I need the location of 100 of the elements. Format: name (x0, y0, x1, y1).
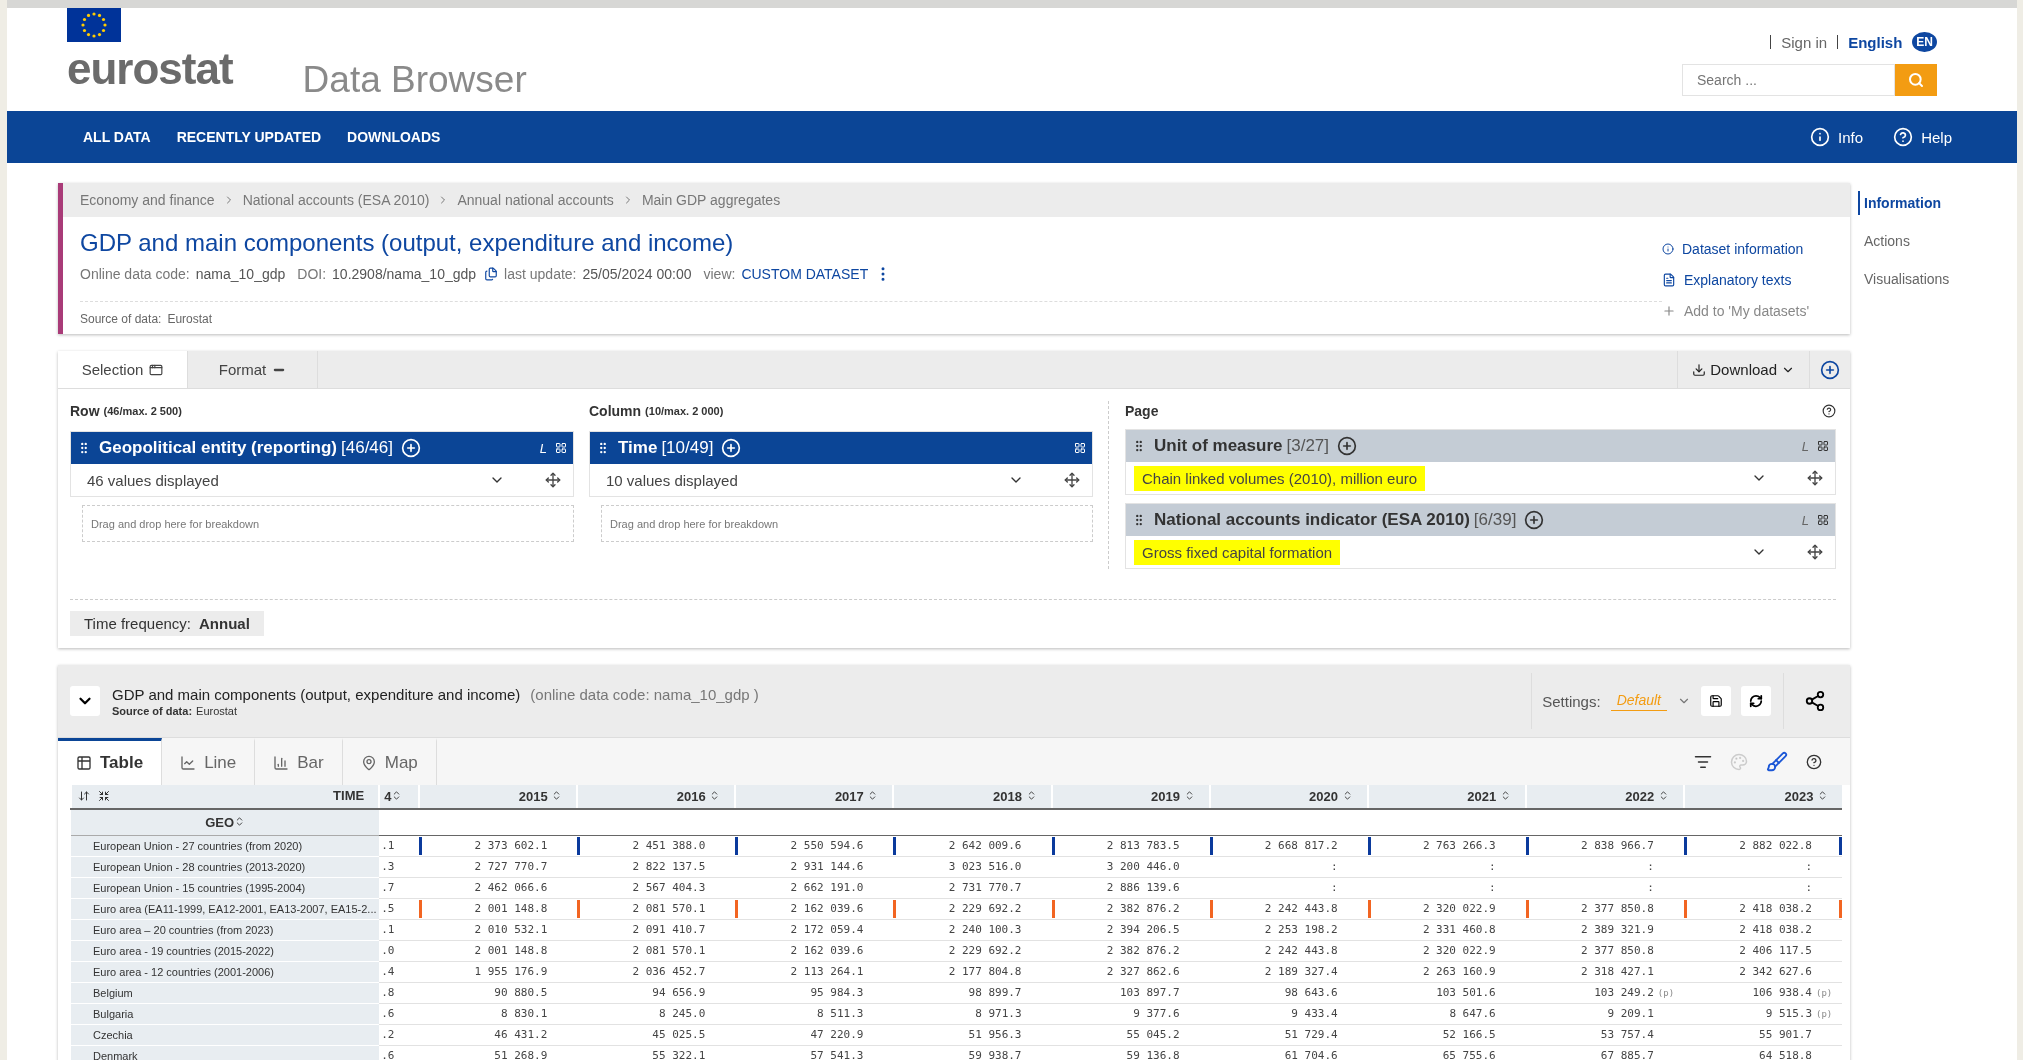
row-label[interactable]: Euro area - 12 countries (2001-2006) (71, 961, 380, 982)
label-toggle[interactable]: L (1801, 438, 1809, 454)
grid-icon[interactable] (1074, 442, 1086, 454)
view-tab[interactable]: Table (58, 738, 163, 785)
dimension-name: Geopolitical entity (reporting) (99, 438, 337, 458)
dimension-header[interactable]: Geopolitical entity (reporting) [46/46] L (71, 432, 573, 464)
table-cell: 2 418 038.2 (1739, 923, 1812, 936)
row-label[interactable]: European Union - 27 countries (from 2020) (71, 835, 380, 856)
copy-icon[interactable] (484, 267, 499, 281)
help-icon[interactable] (1822, 404, 1836, 418)
table-cell: 8 245.0 (659, 1007, 706, 1020)
add-icon[interactable] (1524, 510, 1545, 530)
table-cell: 9 433.4 (1291, 1007, 1338, 1020)
share-icon[interactable] (1804, 690, 1826, 712)
add-icon[interactable] (1820, 359, 1840, 380)
grid-icon[interactable] (1817, 514, 1829, 526)
add-icon[interactable] (1337, 436, 1358, 456)
drop-zone[interactable]: Drag and drop here for breakdown (601, 505, 1093, 542)
table-cell: 2 462 066.6 (474, 881, 548, 894)
side-menu-item[interactable]: Information (1858, 191, 1950, 215)
dimension-value[interactable]: 46 values displayed (87, 471, 219, 489)
table-cell: 2 838 966.7 (1580, 839, 1654, 852)
dimension-header[interactable]: National accounts indicator (ESA 2010) [6/39] L (1126, 504, 1835, 536)
refresh-icon[interactable] (1749, 694, 1763, 708)
label-toggle[interactable]: L (1801, 512, 1809, 528)
column-header[interactable]: 4 (379, 785, 420, 809)
sort-icon[interactable] (1817, 790, 1828, 801)
move-icon[interactable] (1064, 472, 1080, 488)
row-label[interactable]: European Union - 15 countries (1995-2004) (71, 877, 380, 898)
panel-tab[interactable]: Format (188, 351, 318, 388)
dimension-header[interactable]: Time [10/49] (590, 432, 1092, 464)
side-menu-item[interactable]: Visualisations (1858, 267, 1950, 291)
breadcrumb-link[interactable]: Main GDP aggregates (641, 192, 781, 208)
breadcrumb-link[interactable]: Economy and finance (80, 192, 215, 208)
flag-note: (p) (1815, 1009, 1834, 1019)
column-header[interactable]: 2020 (1209, 785, 1368, 809)
nav-item[interactable]: DOWNLOADS (347, 129, 441, 145)
swap-icon[interactable] (78, 789, 90, 802)
language-link[interactable]: English (1848, 33, 1903, 51)
save-icon[interactable] (1709, 694, 1723, 708)
dataset-link[interactable]: Explanatory texts (1662, 272, 1832, 288)
time-frequency-chip[interactable]: Time frequency: Annual (70, 611, 264, 636)
dimension-value[interactable]: Gross fixed capital formation (1134, 539, 1341, 565)
help-icon[interactable] (1806, 753, 1822, 770)
collapse-icon[interactable] (98, 789, 110, 802)
nav-item[interactable]: ALL DATA (83, 129, 151, 145)
search-field[interactable]: Search ... (1682, 64, 1895, 96)
label-toggle[interactable]: L (539, 440, 547, 456)
view-link[interactable]: CUSTOM DATASET (741, 266, 869, 282)
row-label[interactable]: Euro area (EA11-1999, EA12-2001, EA13-2007, EA15-2... (71, 898, 380, 919)
grid-icon[interactable] (1817, 440, 1829, 452)
grid-icon[interactable] (555, 442, 567, 454)
window-icon[interactable] (149, 362, 164, 377)
row-label[interactable]: Czechia (71, 1024, 380, 1045)
move-icon[interactable] (1807, 544, 1823, 560)
info-link[interactable]: Info (1810, 127, 1864, 147)
download-icon[interactable] (1692, 362, 1707, 377)
row-label[interactable]: Euro area - 19 countries (2015-2022) (71, 940, 380, 961)
dimension-header[interactable]: Unit of measure [3/27] L (1126, 430, 1835, 462)
document-icon[interactable] (1662, 273, 1676, 287)
column-header[interactable]: 2023 (1683, 785, 1842, 809)
refresh-button[interactable] (1741, 686, 1771, 716)
brush-icon[interactable] (1766, 750, 1788, 773)
row-label[interactable]: Bulgaria (71, 1003, 380, 1024)
dimension-value[interactable]: Chain linked volumes (2010), million euro (1134, 465, 1426, 491)
help-link[interactable]: Help (1893, 127, 1952, 147)
drop-zone[interactable]: Drag and drop here for breakdown (82, 505, 574, 542)
meta-label: DOI: (297, 266, 327, 282)
info-icon[interactable] (1662, 243, 1674, 255)
column-header[interactable]: 2021 (1367, 785, 1526, 809)
table-cell: 2 451 388.0 (632, 839, 706, 852)
side-menu-item[interactable]: Actions (1858, 229, 1950, 253)
row-label[interactable]: Euro area – 20 countries (from 2023) (71, 919, 380, 940)
dataset-link[interactable]: Dataset information (1662, 241, 1832, 257)
language-badge[interactable]: EN (1912, 32, 1937, 52)
sign-in-link[interactable]: Sign in (1781, 33, 1828, 51)
column-header[interactable]: 2015 (419, 785, 578, 809)
row-label[interactable]: European Union - 28 countries (2013-2020) (71, 856, 380, 877)
dimension-value[interactable]: 10 values displayed (606, 471, 738, 489)
collapse-button[interactable] (70, 686, 100, 716)
table-cell: 2 377 850.8 (1580, 902, 1654, 915)
column-header[interactable]: 2018 (893, 785, 1052, 809)
breadcrumb-link[interactable]: Annual national accounts (457, 192, 614, 208)
table-cell: 2 389 321.9 (1580, 923, 1654, 936)
logo[interactable]: eurostat (67, 44, 233, 94)
download-button[interactable]: Download (1677, 351, 1810, 388)
column-header[interactable]: 2017 (735, 785, 894, 809)
results-code: (online data code: nama_10_gdp ) (530, 685, 759, 703)
save-button[interactable] (1701, 686, 1731, 716)
geo-header[interactable]: GEO (71, 809, 380, 835)
column-header[interactable]: 2016 (577, 785, 736, 809)
row-label[interactable]: Belgium (71, 982, 380, 1003)
move-icon[interactable] (1807, 470, 1823, 486)
nav-item[interactable]: RECENTLY UPDATED (176, 129, 322, 145)
column-header[interactable]: 2019 (1051, 785, 1210, 809)
breadcrumb-link[interactable]: National accounts (ESA 2010) (242, 192, 430, 208)
move-icon[interactable] (545, 472, 561, 488)
dataset-link[interactable]: Add to 'My datasets' (1662, 303, 1832, 319)
panel-tab[interactable]: Selection (58, 351, 188, 388)
column-header[interactable]: 2022 (1525, 785, 1684, 809)
